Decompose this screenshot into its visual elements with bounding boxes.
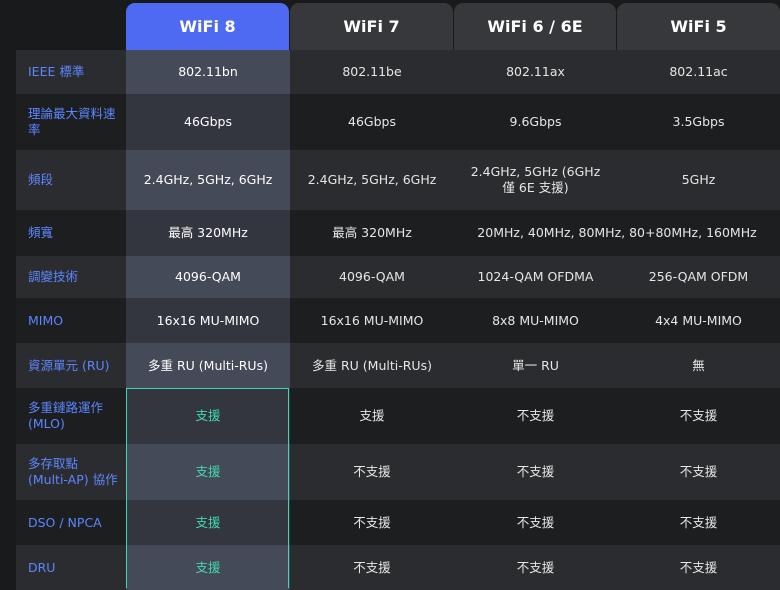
cell-wifi8-dso: 支援 [126,500,290,545]
cell-wifi8-dru: 支援 [126,545,290,590]
cell-wifi6-dru: 不支援 [454,545,617,590]
cell-wifi7-ieee: 802.11be [290,50,454,94]
wifi-comparison-table: WiFi 8 WiFi 7 WiFi 6 / 6E WiFi 5 IEEE 標準… [0,0,780,590]
row-label-mlo: 多重鏈路運作 (MLO) [16,388,126,444]
cell-wifi8-mlo: 支援 [126,388,290,444]
cell-wifi8-bands: 2.4GHz, 5GHz, 6GHz [126,150,290,210]
cell-wifi8-mimo: 16x16 MU-MIMO [126,298,290,343]
row-label-multi-ap: 多存取點 (Multi-AP) 協作 [16,444,126,500]
header-wifi7: WiFi 7 [290,3,453,50]
row-label-dso-npca: DSO / NPCA [16,500,126,545]
cell-wifi7-multi-ap: 不支援 [290,444,454,500]
cell-wifi6-mlo: 不支援 [454,388,617,444]
cell-wifi8-bandwidth: 最高 320MHz [126,210,290,256]
cell-wifi7-bands: 2.4GHz, 5GHz, 6GHz [290,150,454,210]
cell-wifi8-multi-ap: 支援 [126,444,290,500]
cell-wifi6-dso: 不支援 [454,500,617,545]
cell-wifi6-ieee: 802.11ax [454,50,617,94]
cell-wifi6-multi-ap: 不支援 [454,444,617,500]
header-wifi5: WiFi 5 [617,3,780,50]
cell-wifi6-modulation: 1024-QAM OFDMA [454,256,617,298]
cell-wifi7-ru: 多重 RU (Multi-RUs) [290,343,454,388]
row-label-ieee: IEEE 標準 [16,50,126,94]
cell-wifi8-ru: 多重 RU (Multi-RUs) [126,343,290,388]
cell-wifi5-multi-ap: 不支援 [617,444,780,500]
cell-wifi7-mlo: 支援 [290,388,454,444]
row-label-dru: DRU [16,545,126,590]
cell-wifi6-bands: 2.4GHz, 5GHz (6GHz 僅 6E 支援) [454,150,617,210]
row-label-mimo: MIMO [16,298,126,343]
cell-wifi5-modulation: 256-QAM OFDM [617,256,780,298]
cell-wifi7-mimo: 16x16 MU-MIMO [290,298,454,343]
header-wifi8: WiFi 8 [126,3,289,50]
cell-wifi5-ieee: 802.11ac [617,50,780,94]
header-wifi6: WiFi 6 / 6E [454,3,616,50]
row-label-bandwidth: 頻寬 [16,210,126,256]
cell-wifi8-ieee: 802.11bn [126,50,290,94]
cell-wifi5-dso: 不支援 [617,500,780,545]
row-label-bands: 頻段 [16,150,126,210]
cell-wifi5-mlo: 不支援 [617,388,780,444]
row-label-max-rate: 理論最大資料速率 [16,94,126,150]
cell-wifi6-5-bandwidth: 20MHz, 40MHz, 80MHz, 80+80MHz, 160MHz [454,210,780,256]
cell-wifi6-ru: 單一 RU [454,343,617,388]
cell-wifi5-rate: 3.5Gbps [617,94,780,150]
cell-wifi5-dru: 不支援 [617,545,780,590]
cell-wifi7-dru: 不支援 [290,545,454,590]
cell-wifi6-rate: 9.6Gbps [454,94,617,150]
cell-wifi8-modulation: 4096-QAM [126,256,290,298]
row-label-ru: 資源單元 (RU) [16,343,126,388]
cell-wifi7-dso: 不支援 [290,500,454,545]
cell-wifi6-mimo: 8x8 MU-MIMO [454,298,617,343]
cell-wifi7-rate: 46Gbps [290,94,454,150]
cell-wifi8-rate: 46Gbps [126,94,290,150]
cell-wifi5-mimo: 4x4 MU-MIMO [617,298,780,343]
cell-wifi7-modulation: 4096-QAM [290,256,454,298]
cell-wifi5-ru: 無 [617,343,780,388]
cell-wifi7-bandwidth: 最高 320MHz [290,210,454,256]
row-label-modulation: 調變技術 [16,256,126,298]
cell-wifi5-bands: 5GHz [617,150,780,210]
